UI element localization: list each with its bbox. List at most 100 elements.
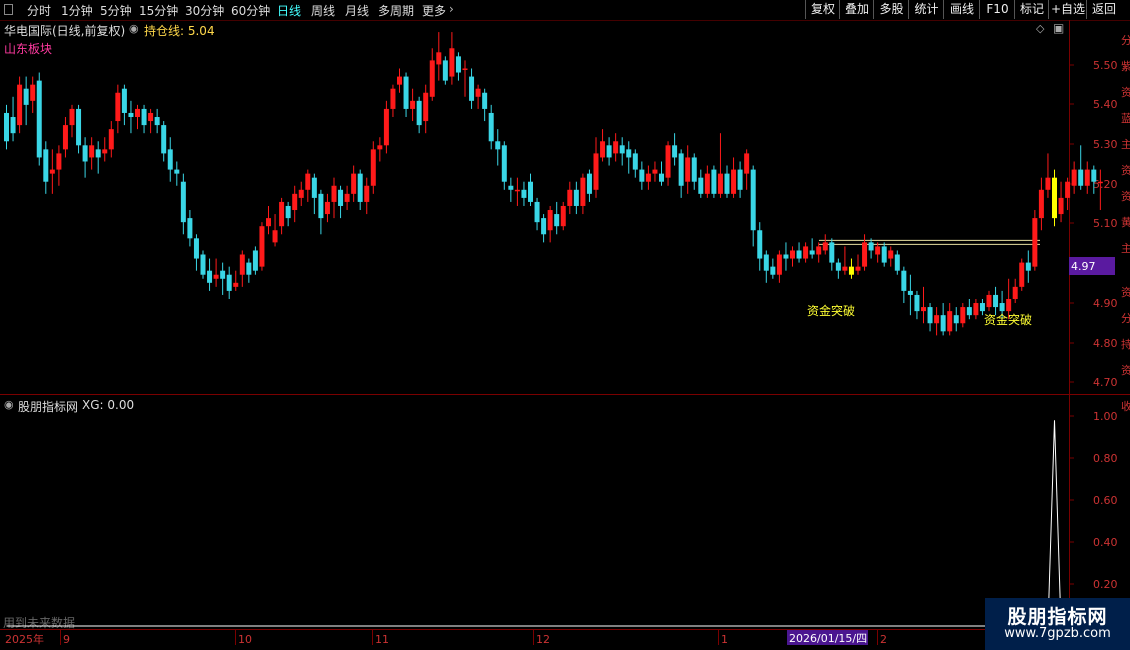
candle-body [423, 92, 429, 122]
cursor-date: 2026/01/15/四 [789, 632, 867, 645]
candle-body [979, 303, 985, 312]
watermark-logo: 股朋指标网 www.7gpzb.com [985, 598, 1130, 650]
candle-body [934, 315, 940, 324]
candle-body [193, 238, 199, 259]
candle-body [318, 193, 324, 219]
candle-body [927, 307, 933, 324]
candle-body [17, 84, 23, 126]
candle-body [770, 266, 776, 275]
candle-body [737, 169, 743, 190]
xg-indicator-line [6, 420, 1101, 627]
candle-body [154, 117, 160, 126]
candle-body [914, 294, 920, 312]
candle-body [455, 56, 461, 73]
candle-body [711, 169, 717, 194]
candle-body [632, 153, 638, 170]
candle-body [462, 68, 468, 70]
candle-body [986, 294, 992, 308]
candle-body [600, 141, 606, 158]
candle-body [4, 112, 9, 142]
candle-body [148, 112, 154, 122]
candle-body [966, 307, 972, 316]
candle-body [835, 262, 841, 271]
candle-body [816, 246, 822, 255]
candle-body [226, 274, 232, 291]
candles-group [4, 32, 1103, 336]
candle-body [187, 218, 193, 239]
candle-body [560, 205, 566, 227]
candle-body [436, 52, 442, 65]
price-tick: 4.90 [1093, 297, 1118, 310]
edge-char: 分 [1121, 312, 1130, 325]
candle-body [521, 189, 527, 198]
candle-body [305, 173, 311, 190]
candle-body [475, 88, 481, 97]
candle-body [763, 254, 769, 271]
candle-body [95, 149, 101, 158]
candle-body [102, 149, 108, 154]
candle-body [796, 250, 802, 259]
candle-body [324, 201, 330, 215]
candle-body [514, 189, 520, 192]
candle-body [645, 173, 651, 182]
edge-char: 蓝 [1121, 112, 1130, 125]
candle-body [809, 250, 815, 255]
edge-char: 分 [1121, 34, 1130, 47]
price-axis: 5.50 5.40 5.30 5.20 5.10 4.90 4.80 4.70 … [1069, 59, 1118, 389]
candle-body [383, 108, 389, 146]
candle-body [776, 254, 782, 275]
date-axis: 2025年 9 10 11 12 1 2026/01/15/四 2 [5, 630, 887, 646]
date-label: 1 [721, 633, 728, 646]
candle-body [698, 177, 704, 194]
candle-body [993, 294, 999, 308]
watermark-name: 股朋指标网 [1007, 606, 1108, 628]
candlestick-chart[interactable]: 5.50 5.40 5.30 5.20 5.10 4.90 4.80 4.70 … [0, 0, 1130, 650]
candle-body [960, 307, 966, 324]
candle-body [259, 226, 265, 267]
candle-body [1025, 262, 1031, 271]
candle-body [298, 189, 304, 198]
candle-body [757, 230, 763, 259]
candle-body [862, 242, 868, 267]
candle-body [619, 145, 625, 154]
candle-body [23, 88, 29, 105]
candle-body [344, 193, 350, 202]
candle-body [416, 100, 422, 126]
candle-body [1006, 298, 1012, 312]
candle-body [685, 157, 691, 182]
candle-body [842, 266, 848, 271]
candle-body [370, 149, 376, 186]
edge-char: 资 [1121, 286, 1130, 299]
edge-char: 主 [1121, 138, 1130, 151]
candle-body [547, 210, 553, 231]
candle-body [639, 169, 645, 182]
candle-body [62, 125, 68, 150]
candle-body [482, 92, 488, 109]
candle-body [947, 311, 953, 332]
date-label: 10 [238, 633, 252, 646]
candle-body [1012, 286, 1018, 299]
price-tick: 4.80 [1093, 337, 1118, 350]
candle-body [495, 141, 501, 150]
candle-body [606, 145, 612, 158]
candle-body [410, 100, 416, 109]
candle-body [220, 270, 226, 279]
date-label: 2 [880, 633, 887, 646]
date-label: 11 [375, 633, 389, 646]
candle-body [233, 282, 239, 287]
signal-label: 资金突破 [984, 312, 1032, 327]
candle-body [848, 266, 854, 275]
candle-body [207, 270, 213, 283]
edge-char: 主 [1121, 242, 1130, 255]
candle-body [868, 242, 874, 251]
candle-body [508, 185, 514, 190]
candle-body [311, 177, 317, 198]
candle-body [999, 303, 1005, 312]
candle-body [1084, 169, 1090, 186]
candle-body [213, 274, 219, 279]
candle-body [82, 145, 88, 162]
candle-body [246, 262, 252, 275]
candle-body [239, 254, 245, 275]
candle-body [108, 129, 114, 150]
candle-body [30, 84, 36, 101]
